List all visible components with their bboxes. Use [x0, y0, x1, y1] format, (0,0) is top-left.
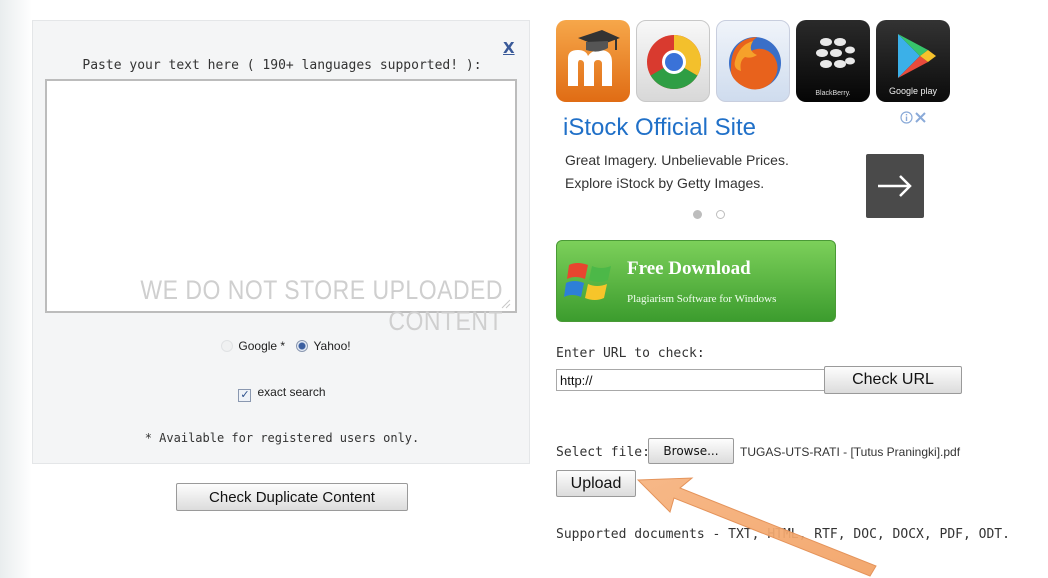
paste-text-label: Paste your text here ( 190+ languages su…: [82, 58, 482, 73]
check-url-button[interactable]: Check URL: [824, 366, 962, 394]
chrome-icon[interactable]: [636, 20, 710, 102]
url-input[interactable]: [556, 369, 830, 391]
free-download-subtitle: Plagiarism Software for Windows: [627, 293, 777, 305]
yahoo-radio-label: Yahoo!: [313, 339, 351, 353]
close-panel-link[interactable]: X: [503, 39, 515, 57]
left-edge-shade: [0, 0, 32, 578]
blackberry-caption: BlackBerry.: [815, 90, 851, 97]
ad-next-button[interactable]: [866, 154, 924, 218]
exact-search-label: exact search: [257, 385, 326, 399]
free-download-banner[interactable]: Free Download Plagiarism Software for Wi…: [556, 240, 836, 322]
ad-close-icon[interactable]: [914, 111, 927, 124]
content-textarea[interactable]: [45, 79, 517, 313]
exact-search-option: ✓ exact search: [33, 385, 531, 402]
yahoo-radio[interactable]: [296, 340, 309, 352]
text-input-panel: X Paste your text here ( 190+ languages …: [32, 20, 530, 464]
check-duplicate-button[interactable]: Check Duplicate Content: [176, 483, 408, 511]
ad-title-link[interactable]: iStock Official Site: [563, 114, 756, 142]
free-download-title: Free Download: [627, 258, 751, 279]
registered-users-note: * Available for registered users only.: [144, 431, 420, 445]
google-radio[interactable]: [221, 340, 234, 352]
upload-button[interactable]: Upload: [556, 470, 636, 497]
blackberry-icon[interactable]: BlackBerry.: [796, 20, 870, 102]
ad-description-line-2: Explore iStock by Getty Images.: [565, 175, 765, 191]
exact-search-checkbox[interactable]: ✓: [238, 389, 252, 402]
ad-slide-dot[interactable]: [716, 210, 725, 219]
google-play-caption: Google play: [888, 86, 938, 96]
ad-description-line-1: Great Imagery. Unbelievable Prices.: [565, 152, 789, 168]
select-file-label: Select file:: [556, 445, 650, 460]
arrow-right-icon: [878, 175, 912, 197]
firefox-icon[interactable]: [716, 20, 790, 102]
ad-slide-dot-active[interactable]: [693, 210, 702, 219]
ad-info-icon[interactable]: [900, 111, 913, 124]
google-play-icon[interactable]: Google play: [876, 20, 950, 102]
google-radio-label: Google *: [238, 339, 286, 353]
selected-file-name: TUGAS-UTS-RATI - [Tutus Praningki].pdf: [740, 445, 961, 459]
browse-button[interactable]: Browse...: [648, 438, 734, 464]
windows-logo-icon: [564, 263, 611, 300]
annotation-arrow-icon: [636, 477, 877, 577]
resize-grip-icon[interactable]: [499, 297, 511, 309]
moodle-icon[interactable]: [556, 20, 630, 102]
url-check-label: Enter URL to check:: [556, 346, 705, 361]
search-engine-options: Google * Yahoo!: [33, 339, 531, 353]
